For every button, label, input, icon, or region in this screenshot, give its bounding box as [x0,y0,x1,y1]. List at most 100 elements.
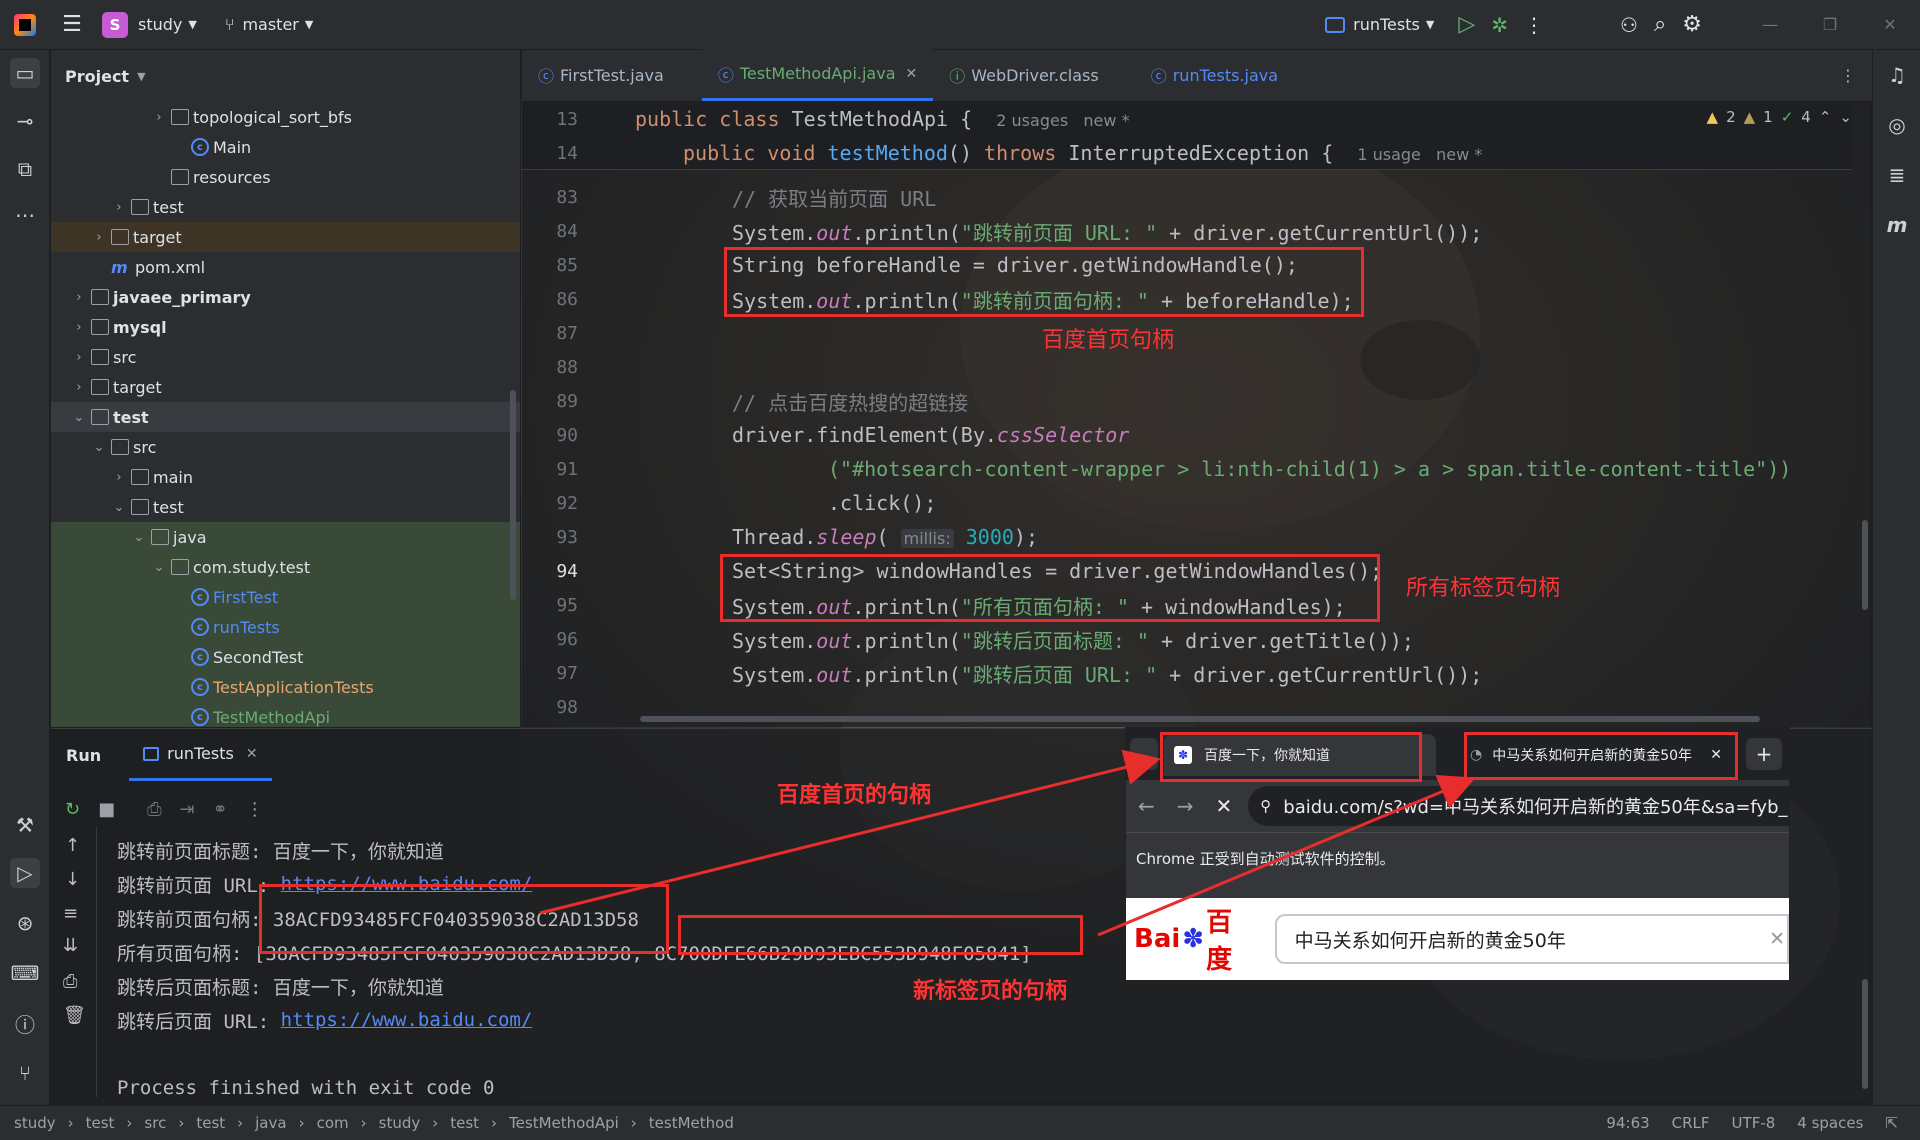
sticky-line[interactable]: 13 public class TestMethodApi { 2 usages… [522,102,1852,136]
tree-item[interactable]: c TestApplicationTests [51,672,520,702]
file-encoding[interactable]: UTF-8 [1732,1114,1776,1132]
baidu-logo[interactable]: Bai ✽ 百度 [1134,902,1257,976]
tree-item[interactable]: ⌄ src [51,432,520,462]
tree-item[interactable]: › javaee_primary [51,282,520,312]
maven-tool-button[interactable]: m [1882,210,1912,240]
tree-item[interactable]: ⌄ test [51,402,520,432]
close-tab-icon[interactable]: ✕ [246,746,258,762]
tab-testmethodapi[interactable]: ⓒ TestMethodApi.java ✕ [701,49,934,101]
minimize-button[interactable]: — [1740,8,1800,42]
tree-item[interactable]: c TestMethodApi [51,702,520,727]
database-tool-button[interactable]: ≣ [1882,160,1912,190]
add-user-button[interactable]: ⚇ [1612,8,1646,42]
maximize-button[interactable]: ❐ [1800,8,1860,42]
settings-button[interactable]: ⚙ [1674,8,1710,42]
search-everywhere-button[interactable]: ⌕ [1646,8,1674,42]
chevron-icon[interactable]: › [151,110,167,125]
tree-item[interactable]: › main [51,462,520,492]
chevron-icon[interactable]: › [71,350,87,365]
tab-webdriver[interactable]: ⓘ WebDriver.class [933,49,1114,101]
arrow-up-icon[interactable]: ↑ [65,835,80,856]
console-url-link[interactable]: https://www.baidu.com/ [281,1009,533,1031]
tab-runtests[interactable]: ⓒ runTests.java [1135,49,1294,101]
tree-item[interactable]: c SecondTest [51,642,520,672]
tree-item[interactable]: › src [51,342,520,372]
tree-item[interactable]: ⌄ java [51,522,520,552]
tree-item[interactable]: ⌄ test [51,492,520,522]
project-panel-header[interactable]: Project ▼ [51,50,520,102]
breadcrumb-item[interactable]: study [14,1114,56,1132]
site-info-icon[interactable]: ⚲ [1260,797,1271,815]
ai-assistant-button[interactable]: ◎ [1882,110,1912,140]
build-tool-button[interactable]: ⚒ [10,810,40,840]
project-tool-button[interactable]: ▭ [10,58,40,88]
breadcrumb-item[interactable]: test [450,1114,479,1132]
trash-icon[interactable]: 🗑 [63,1005,86,1026]
tab-search-button[interactable]: ⌄ [1130,738,1158,770]
chevron-icon[interactable]: ⌄ [131,530,147,545]
problems-tool-button[interactable]: ⓘ [10,1008,40,1038]
tree-item[interactable]: › target [51,372,520,402]
chevron-down-icon[interactable]: ⌄ [1839,108,1852,126]
more-tools-button[interactable]: ⋯ [10,200,40,230]
dump-icon[interactable]: ⚭ [213,799,228,820]
chevron-icon[interactable]: › [91,230,107,245]
baidu-search-input[interactable]: 中马关系如何开启新的黄金50年 ✕ [1274,914,1789,964]
inspection-widget[interactable]: ▲ 2 ▲ 1 ✓ 4 ⌃ ⌄ [1707,108,1852,126]
line-separator[interactable]: CRLF [1672,1114,1710,1132]
tree-item[interactable]: m pom.xml [51,252,520,282]
run-config-selector[interactable]: runTests ▼ [1317,8,1442,42]
tree-item[interactable]: c runTests [51,612,520,642]
tree-item[interactable]: c FirstTest [51,582,520,612]
indent-setting[interactable]: 4 spaces [1797,1114,1863,1132]
tab-options-button[interactable]: ⋮ [1824,49,1872,101]
breadcrumb-item[interactable]: testMethod [649,1114,734,1132]
rerun-icon[interactable]: ↻ [65,799,80,820]
chevron-icon[interactable]: › [111,470,127,485]
forward-icon[interactable]: → [1177,794,1194,818]
chevron-up-icon[interactable]: ⌃ [1819,108,1832,126]
tree-item[interactable]: › test [51,192,520,222]
breadcrumb-item[interactable]: test [196,1114,225,1132]
export-icon[interactable]: ⇥ [180,799,195,820]
tree-item[interactable]: › topological_sort_bfs [51,102,520,132]
chevron-icon[interactable]: › [71,320,87,335]
breadcrumb-item[interactable]: TestMethodApi [509,1114,619,1132]
tree-item[interactable]: resources [51,162,520,192]
run-button[interactable]: ▷ [1450,8,1483,42]
lock-icon[interactable]: ⇱ [1885,1114,1898,1132]
chevron-icon[interactable]: › [71,290,87,305]
camera-icon[interactable]: ⎙ [147,799,161,820]
more-vertical-icon[interactable]: ⋮ [246,799,264,820]
new-tab-button[interactable]: + [1746,738,1782,770]
chevron-icon[interactable]: ⌄ [151,560,167,575]
clear-icon[interactable]: ✕ [1769,928,1785,950]
print-icon[interactable]: ⎙ [63,971,77,992]
terminal-tool-button[interactable]: ⌨ [10,958,40,988]
back-icon[interactable]: ← [1138,794,1155,818]
address-bar[interactable]: ⚲ baidu.com/s?wd=中马关系如何开启新的黄金50年&sa=fyb_ [1248,786,1789,826]
stop-loading-icon[interactable]: ✕ [1216,794,1233,818]
structure-tool-button[interactable]: ⧉ [10,154,40,184]
console-v-scrollbar[interactable] [1862,979,1868,1089]
chevron-icon[interactable]: › [71,380,87,395]
editor-v-scrollbar[interactable] [1862,520,1868,610]
breadcrumb-item[interactable]: src [144,1114,166,1132]
soft-wrap-icon[interactable]: ≡ [63,903,78,924]
chevron-icon[interactable]: ⌄ [71,410,87,425]
tab-runtests-run[interactable]: runTests ✕ [129,729,272,781]
services-tool-button[interactable]: ⊛ [10,908,40,938]
editor-h-scrollbar[interactable] [640,716,1760,722]
caret-position[interactable]: 94:63 [1606,1114,1649,1132]
breadcrumb-item[interactable]: java [255,1114,286,1132]
tree-item[interactable]: › mysql [51,312,520,342]
close-window-button[interactable]: ✕ [1860,8,1920,42]
tree-item[interactable]: › target [51,222,520,252]
more-actions-button[interactable]: ⋮ [1516,8,1552,42]
breadcrumb-item[interactable]: com [317,1114,349,1132]
breadcrumb-item[interactable]: study [379,1114,421,1132]
chevron-icon[interactable]: ⌄ [111,500,127,515]
close-tab-icon[interactable]: ✕ [906,66,918,82]
tab-firsttest[interactable]: ⓒ FirstTest.java [522,49,680,101]
tree-item[interactable]: c Main [51,132,520,162]
